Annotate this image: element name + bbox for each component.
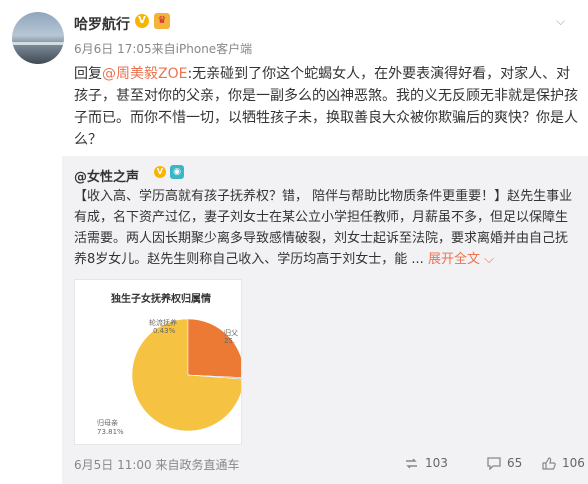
reposted-card: @女性之声 V ◉ 【收入高、学历高就有孩子抚养权？错， 陪伴与帮助比物质条件更… — [62, 156, 588, 484]
weibo-post: 哈罗航行 V ♛ ⌵ 6月6日 17:05来自iPhone客户端 回复@周美毅Z… — [0, 0, 588, 484]
member-crown-icon: ♛ — [154, 13, 170, 29]
value-father: 25. — [224, 337, 236, 345]
comment-icon — [487, 456, 501, 470]
repost-author[interactable]: @女性之声 — [74, 166, 139, 185]
verified-badge-icon: V — [154, 166, 166, 178]
repost-meta: 6月5日 11:00 来自政务直通车 — [74, 456, 240, 473]
chevron-down-icon: ⌵ — [484, 252, 494, 267]
mention-link[interactable]: @周美毅ZOE — [102, 66, 187, 82]
expand-full-text-link[interactable]: 展开全文 ⌵ — [428, 252, 494, 267]
post-source: 来自iPhone客户端 — [151, 42, 253, 56]
reply-prefix: 回复 — [74, 66, 102, 82]
repost-source: 来自政务直通车 — [155, 458, 240, 472]
thumbs-up-icon — [542, 456, 556, 470]
repost-icon — [406, 458, 417, 468]
repost-body: 【收入高、学历高就有孩子抚养权？错， 陪伴与帮助比物质条件更重要！】赵先生事业有… — [74, 189, 573, 267]
repost-button[interactable]: 103 — [404, 456, 448, 470]
post-meta: 6月6日 17:05来自iPhone客户端 — [74, 40, 252, 57]
comment-count: 65 — [507, 456, 523, 470]
pie-chart-image[interactable]: 独生子女抚养权归属情 轮流抚养 0.43% 归父 25. 归母亲 73.81% — [74, 279, 242, 445]
repost-count: 103 — [425, 456, 448, 470]
avatar-horizon — [12, 42, 64, 45]
repost-footer: 6月5日 11:00 来自政务直通车 103 65 106 — [74, 453, 588, 475]
author-name[interactable]: 哈罗航行 — [74, 14, 130, 34]
post-text: 回复@周美毅ZOE:无亲碰到了你这个蛇蝎女人，在外要表演得好看，对家人、对孩子，… — [74, 63, 579, 151]
avatar[interactable] — [12, 12, 64, 64]
post-time[interactable]: 6月6日 17:05 — [74, 42, 152, 56]
value-rotate: 0.43% — [153, 327, 176, 335]
comment-button[interactable]: 65 — [487, 456, 522, 470]
like-count: 106 — [562, 456, 585, 470]
value-mother: 73.81% — [97, 428, 124, 436]
verified-badge-icon: V — [135, 14, 149, 28]
government-badge-icon: ◉ — [170, 165, 184, 179]
chevron-down-icon[interactable]: ⌵ — [556, 14, 565, 29]
repost-time[interactable]: 6月5日 11:00 — [74, 458, 152, 472]
repost-text: 【收入高、学历高就有孩子抚养权？错， 陪伴与帮助比物质条件更重要！】赵先生事业有… — [74, 186, 574, 270]
label-mother: 归母亲 — [97, 419, 118, 427]
like-button[interactable]: 106 — [542, 456, 585, 470]
